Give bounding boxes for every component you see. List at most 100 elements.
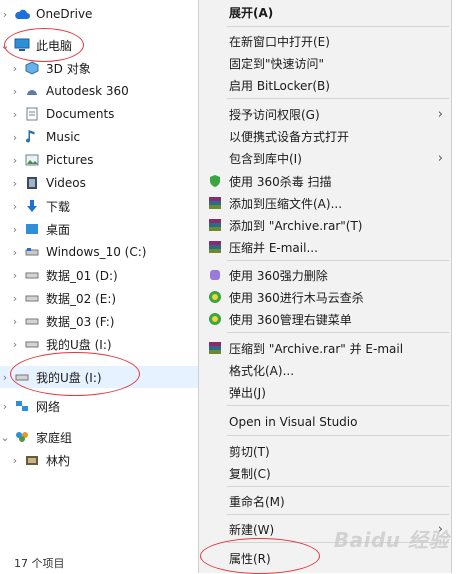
menu-item-label: 压缩到 "Archive.rar" 并 E-mail: [229, 341, 404, 356]
nav-item-autodesk-360[interactable]: › Autodesk 360: [0, 80, 200, 102]
nav-item-onedrive[interactable]: › OneDrive: [0, 3, 200, 25]
homegroup-icon: [14, 430, 30, 444]
nav-item-drive-c[interactable]: › Windows_10 (C:): [0, 241, 200, 263]
menu-item-add-archive[interactable]: 添加到压缩文件(A)...: [199, 192, 451, 214]
chevron-right-icon[interactable]: ›: [10, 200, 20, 213]
nav-item-drive-e[interactable]: › 数据_02 (E:): [0, 287, 200, 309]
menu-item-360-scan[interactable]: 使用 360杀毒 扫描: [199, 170, 451, 192]
chevron-right-icon[interactable]: ›: [10, 454, 20, 467]
nav-item-videos[interactable]: › Videos: [0, 172, 200, 194]
menu-item-include-library[interactable]: 包含到库中(I) ›: [199, 147, 451, 169]
nav-item-label: Pictures: [46, 153, 94, 167]
nav-item-3d-objects[interactable]: › 3D 对象: [0, 57, 200, 79]
nav-item-user[interactable]: › 林杓: [0, 449, 200, 471]
menu-item-label: 展开(A): [229, 5, 274, 20]
menu-item-rename[interactable]: 重命名(M): [199, 490, 451, 512]
nav-item-label: 桌面: [46, 222, 71, 237]
chevron-right-icon[interactable]: ›: [0, 371, 10, 384]
nav-item-pictures[interactable]: › Pictures: [0, 149, 200, 171]
nav-item-music[interactable]: › Music: [0, 126, 200, 148]
chevron-right-icon[interactable]: ›: [10, 154, 20, 167]
nav-item-label: 数据_02 (E:): [46, 291, 117, 306]
menu-item-label: 授予访问权限(G): [229, 107, 320, 122]
menu-item-label: 使用 360进行木马云查杀: [229, 290, 364, 305]
menu-item-label: 使用 360杀毒 扫描: [229, 174, 332, 189]
chevron-right-icon[interactable]: ›: [10, 269, 20, 282]
submenu-arrow-icon: ›: [437, 150, 443, 166]
menu-item-label: 启用 BitLocker(B): [229, 78, 330, 93]
videos-icon: [24, 176, 40, 190]
music-icon: [24, 130, 40, 144]
chevron-down-icon[interactable]: ⌄: [0, 431, 10, 444]
menu-item-format[interactable]: 格式化(A)...: [199, 359, 451, 381]
menu-item-grant-access[interactable]: 授予访问权限(G) ›: [199, 103, 451, 125]
menu-item-label: 复制(C): [229, 466, 271, 481]
autodesk-icon: [24, 84, 40, 98]
nav-item-usb-drive-i-root[interactable]: › 我的U盘 (I:): [0, 366, 200, 388]
nav-item-label: 网络: [36, 399, 61, 414]
menu-item-bitlocker[interactable]: 启用 BitLocker(B): [199, 74, 451, 96]
chevron-right-icon[interactable]: ›: [10, 85, 20, 98]
drive-icon: [24, 314, 40, 328]
delete-icon: [207, 268, 223, 282]
menu-item-360-trojan-scan[interactable]: 使用 360进行木马云查杀: [199, 286, 451, 308]
nav-item-this-pc[interactable]: ⌄ 此电脑: [0, 34, 200, 56]
menu-item-pin-quick-access[interactable]: 固定到"快速访问": [199, 52, 451, 74]
nav-item-label: 此电脑: [36, 38, 73, 53]
cube-icon: [24, 61, 40, 75]
menu-separator: [227, 260, 449, 261]
nav-item-drive-d[interactable]: › 数据_01 (D:): [0, 264, 200, 286]
nav-item-desktop[interactable]: › 桌面: [0, 218, 200, 240]
documents-icon: [24, 107, 40, 121]
chevron-right-icon[interactable]: ›: [10, 338, 20, 351]
menu-separator: [227, 435, 449, 436]
chevron-right-icon[interactable]: ›: [10, 246, 20, 259]
nav-item-downloads[interactable]: › 下载: [0, 195, 200, 217]
chevron-right-icon[interactable]: ›: [10, 108, 20, 121]
nav-item-label: 家庭组: [36, 430, 73, 445]
nav-item-label: Music: [46, 130, 81, 144]
menu-item-add-archive-rar[interactable]: 添加到 "Archive.rar"(T): [199, 214, 451, 236]
drive-icon: [24, 245, 40, 259]
nav-item-usb-drive-i[interactable]: › 我的U盘 (I:): [0, 333, 200, 355]
menu-item-open-new-window[interactable]: 在新窗口中打开(E): [199, 30, 451, 52]
menu-item-expand[interactable]: 展开(A): [199, 1, 451, 23]
menu-item-open-visual-studio[interactable]: Open in Visual Studio: [199, 411, 451, 433]
menu-item-compress-email[interactable]: 压缩并 E-mail...: [199, 236, 451, 258]
chevron-right-icon[interactable]: ›: [10, 131, 20, 144]
menu-item-360-force-delete[interactable]: 使用 360强力删除: [199, 264, 451, 286]
menu-item-label: 添加到压缩文件(A)...: [229, 196, 343, 211]
cloud-icon: [14, 7, 30, 21]
archive-icon: [207, 218, 223, 232]
menu-item-cut[interactable]: 剪切(T): [199, 440, 451, 462]
archive-icon: [207, 196, 223, 210]
scan-icon: [207, 290, 223, 304]
chevron-right-icon[interactable]: ›: [10, 177, 20, 190]
shield-icon: [207, 174, 223, 188]
chevron-down-icon[interactable]: ⌄: [0, 39, 10, 52]
usb-drive-icon: [24, 337, 40, 351]
menu-item-eject[interactable]: 弹出(J): [199, 381, 451, 403]
nav-item-homegroup[interactable]: ⌄ 家庭组: [0, 426, 200, 448]
nav-item-documents[interactable]: › Documents: [0, 103, 200, 125]
menu-item-open-portable[interactable]: 以便携式设备方式打开: [199, 125, 451, 147]
nav-item-network[interactable]: › 网络: [0, 395, 200, 417]
nav-item-drive-f[interactable]: › 数据_03 (F:): [0, 310, 200, 332]
menu-item-copy[interactable]: 复制(C): [199, 462, 451, 484]
menu-item-label: 添加到 "Archive.rar"(T): [229, 218, 363, 233]
chevron-right-icon[interactable]: ›: [10, 62, 20, 75]
chevron-right-icon[interactable]: ›: [10, 223, 20, 236]
usb-drive-icon: [14, 370, 30, 384]
chevron-right-icon[interactable]: ›: [10, 315, 20, 328]
menu-item-label: 使用 360强力删除: [229, 268, 328, 283]
chevron-right-icon[interactable]: ›: [10, 292, 20, 305]
menu-item-compress-rar-email[interactable]: 压缩到 "Archive.rar" 并 E-mail: [199, 337, 451, 359]
menu-item-label: 格式化(A)...: [229, 363, 295, 378]
menu-item-label: 使用 360管理右键菜单: [229, 312, 352, 327]
menu-item-360-context-manager[interactable]: 使用 360管理右键菜单: [199, 308, 451, 330]
chevron-right-icon[interactable]: ›: [0, 400, 10, 413]
menu-separator: [227, 332, 449, 333]
chevron-right-icon[interactable]: ›: [0, 8, 10, 21]
menu-separator: [227, 514, 449, 515]
menu-separator: [227, 26, 449, 27]
